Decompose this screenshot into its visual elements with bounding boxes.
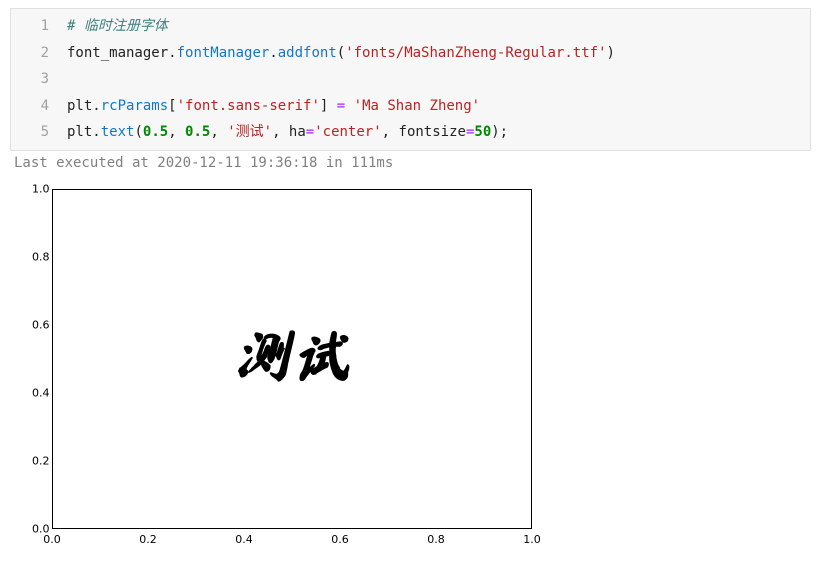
x-tick-label: 0.6: [331, 533, 349, 546]
y-tick-label: 0.8: [32, 250, 50, 263]
code-content: # 临时注册字体: [67, 13, 168, 40]
code-line[interactable]: 3: [11, 66, 810, 93]
code-content: plt.text(0.5, 0.5, '测试', ha='center', fo…: [67, 119, 508, 146]
y-tick-label: 1.0: [32, 182, 50, 195]
x-tick-label: 0.4: [235, 533, 253, 546]
code-line[interactable]: 1 # 临时注册字体: [11, 13, 810, 40]
line-number: 1: [11, 13, 67, 40]
execution-status: Last executed at 2020-12-11 19:36:18 in …: [14, 155, 811, 171]
code-line[interactable]: 2 font_manager.fontManager.addfont('font…: [11, 40, 810, 67]
y-tick-label: 0.4: [32, 386, 50, 399]
line-number: 3: [11, 66, 67, 93]
x-tick-label: 0.2: [139, 533, 157, 546]
code-content: plt.rcParams['font.sans-serif'] = 'Ma Sh…: [67, 93, 480, 120]
y-tick-label: 0.2: [32, 454, 50, 467]
line-number: 5: [11, 119, 67, 146]
plot-output: 测试 0.0 0.2 0.4 0.6 0.8 1.0 0.0 0.2 0.4 0…: [12, 181, 546, 561]
x-tick-label: 0.8: [427, 533, 445, 546]
code-cell[interactable]: 1 # 临时注册字体 2 font_manager.fontManager.ad…: [10, 8, 811, 151]
code-content: font_manager.fontManager.addfont('fonts/…: [67, 40, 615, 67]
code-line[interactable]: 5 plt.text(0.5, 0.5, '测试', ha='center', …: [11, 119, 810, 146]
x-tick-label: 0.0: [43, 533, 61, 546]
y-tick-label: 0.6: [32, 318, 50, 331]
plot-axes: 测试: [52, 189, 532, 529]
line-number: 2: [11, 40, 67, 67]
comment: # 临时注册字体: [67, 18, 168, 34]
code-line[interactable]: 4 plt.rcParams['font.sans-serif'] = 'Ma …: [11, 93, 810, 120]
plot-text-annotation: 测试: [232, 325, 352, 383]
x-tick-label: 1.0: [523, 533, 541, 546]
line-number: 4: [11, 93, 67, 120]
